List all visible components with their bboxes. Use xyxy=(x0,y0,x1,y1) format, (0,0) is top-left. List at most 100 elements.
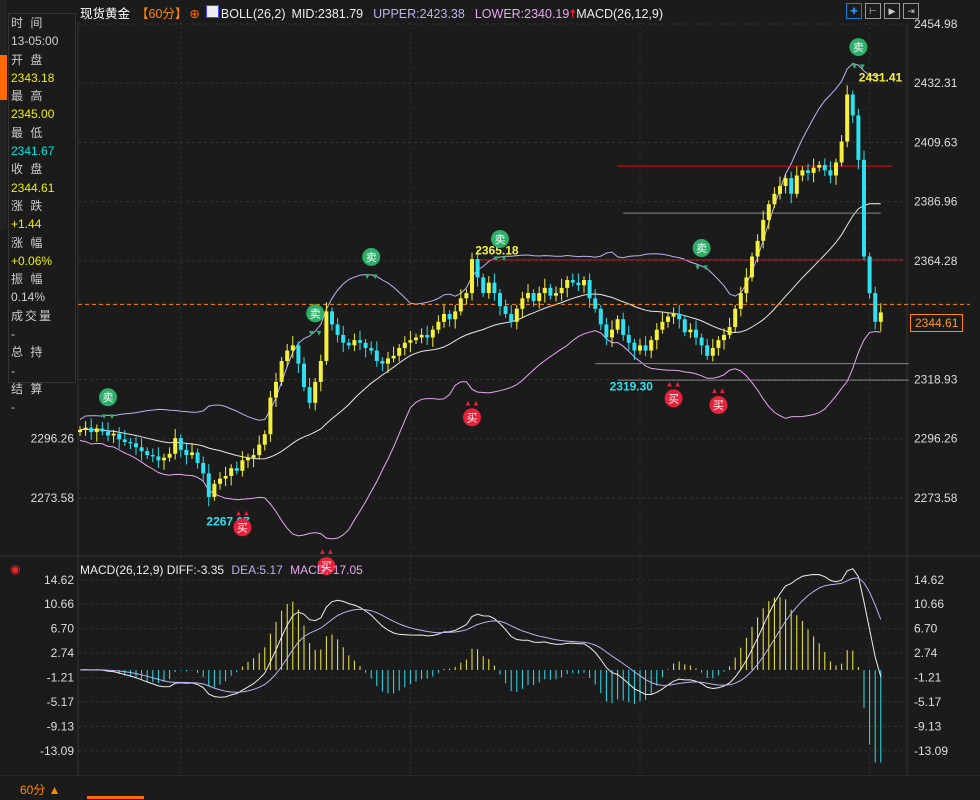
candle-up xyxy=(778,185,782,194)
period-selector[interactable]: 60分 ▲ xyxy=(20,781,61,798)
candle-up xyxy=(727,327,732,335)
candle-up xyxy=(430,329,435,338)
candle-down xyxy=(150,455,155,457)
candle-down xyxy=(475,259,480,278)
candle-down xyxy=(139,447,144,452)
candle-down xyxy=(117,433,122,440)
candle-down xyxy=(850,94,855,116)
price-chart[interactable]: 2454.98 2432.31 2409.63 2386.96 2364.28 2318.… xyxy=(0,0,980,799)
candle-up xyxy=(414,337,418,341)
candle-up xyxy=(755,240,760,257)
candle-up xyxy=(251,455,256,458)
macd-tick-label: -5.17 xyxy=(914,695,942,709)
down-arrows-icon: ▼▼ xyxy=(492,254,508,263)
candle-up xyxy=(542,287,547,294)
down-arrows-icon: ▼▼ xyxy=(694,263,710,272)
candle-down xyxy=(789,178,794,194)
candle-down xyxy=(576,282,581,286)
current-price-label: 2344.61 xyxy=(910,314,964,332)
candle-down xyxy=(598,308,603,325)
candle-up xyxy=(285,350,290,362)
candle-up xyxy=(565,280,570,288)
up-arrows-icon: ▲▲ xyxy=(464,398,480,407)
candle-down xyxy=(587,280,592,299)
candle-up xyxy=(464,293,469,299)
macd-tick-label-left: 10.66 xyxy=(44,597,74,611)
candle-up xyxy=(268,397,273,435)
candle-up xyxy=(78,430,82,433)
candle-up xyxy=(660,321,665,330)
y-tick-label-left: 2273.58 xyxy=(31,491,75,505)
candle-down xyxy=(201,462,206,474)
y-tick-label-left: 2296.26 xyxy=(31,432,75,446)
candle-down xyxy=(828,170,833,176)
candle-down xyxy=(206,473,211,497)
candle-down xyxy=(694,329,698,338)
candle-down xyxy=(358,340,362,343)
candle-down xyxy=(296,345,301,364)
candle-up xyxy=(554,293,558,296)
signal-label: 买 xyxy=(237,521,248,534)
candle-up xyxy=(218,478,222,484)
candle-down xyxy=(481,277,486,294)
candle-down xyxy=(498,293,502,307)
macd-name: MACD(26,12,9) xyxy=(80,563,164,577)
candle-down xyxy=(363,342,368,348)
candle-up xyxy=(229,468,234,476)
macd-tick-label-left: -13.09 xyxy=(40,744,74,758)
candle-up xyxy=(257,444,262,456)
y-tick-label: 2364.28 xyxy=(914,254,958,268)
candle-up xyxy=(744,277,749,294)
y-tick-label: 2409.63 xyxy=(914,135,958,149)
candle-down xyxy=(374,350,379,362)
candle-up xyxy=(839,141,844,163)
candle-down xyxy=(128,442,133,444)
candle-up xyxy=(716,340,721,348)
candle-up xyxy=(615,319,620,330)
candle-down xyxy=(531,293,536,301)
candle-up xyxy=(710,347,715,356)
candle-down xyxy=(330,311,334,325)
macd-tick-label: 2.74 xyxy=(914,646,938,660)
candle-up xyxy=(318,361,323,382)
candle-up xyxy=(408,340,413,343)
candle-down xyxy=(145,451,150,456)
candle-up xyxy=(526,293,530,299)
macd-tick-label: -13.09 xyxy=(914,744,948,758)
candle-up xyxy=(845,94,850,142)
candle-up xyxy=(582,280,586,286)
candle-up xyxy=(402,342,407,348)
macd-dea-line xyxy=(79,577,882,693)
macd-tick-label-left: -1.21 xyxy=(47,670,75,684)
candle-down xyxy=(604,324,609,338)
candle-up xyxy=(666,316,670,322)
candle-down xyxy=(234,468,239,471)
candle-up xyxy=(397,347,402,356)
candle-down xyxy=(156,456,161,461)
macd-tick-label-left: 6.70 xyxy=(51,622,75,636)
candle-down xyxy=(100,428,105,432)
candle-up xyxy=(649,340,654,351)
candle-up xyxy=(834,162,838,176)
candle-up xyxy=(738,293,743,309)
macd-value: MACD:-17.05 xyxy=(290,563,363,577)
price-annotation: 2319.30 xyxy=(610,380,654,394)
candle-down xyxy=(570,280,575,283)
candle-up xyxy=(391,355,396,359)
macd-tick-label-left: -5.17 xyxy=(47,695,75,709)
candle-up xyxy=(733,308,738,328)
candle-down xyxy=(632,342,637,351)
candle-up xyxy=(537,293,542,301)
candle-up xyxy=(173,438,178,454)
candle-down xyxy=(705,345,710,356)
y-tick-label: 2318.93 xyxy=(914,372,958,386)
macd-tick-label: 10.66 xyxy=(914,597,944,611)
candle-down xyxy=(699,337,704,346)
candle-down xyxy=(447,313,452,320)
boll-lower-line xyxy=(79,330,881,540)
candle-up xyxy=(111,433,116,436)
candle-down xyxy=(862,159,866,257)
macd-settings-icon[interactable]: ◉ xyxy=(10,562,20,576)
candle-up xyxy=(761,219,766,241)
candle-down xyxy=(822,165,827,171)
